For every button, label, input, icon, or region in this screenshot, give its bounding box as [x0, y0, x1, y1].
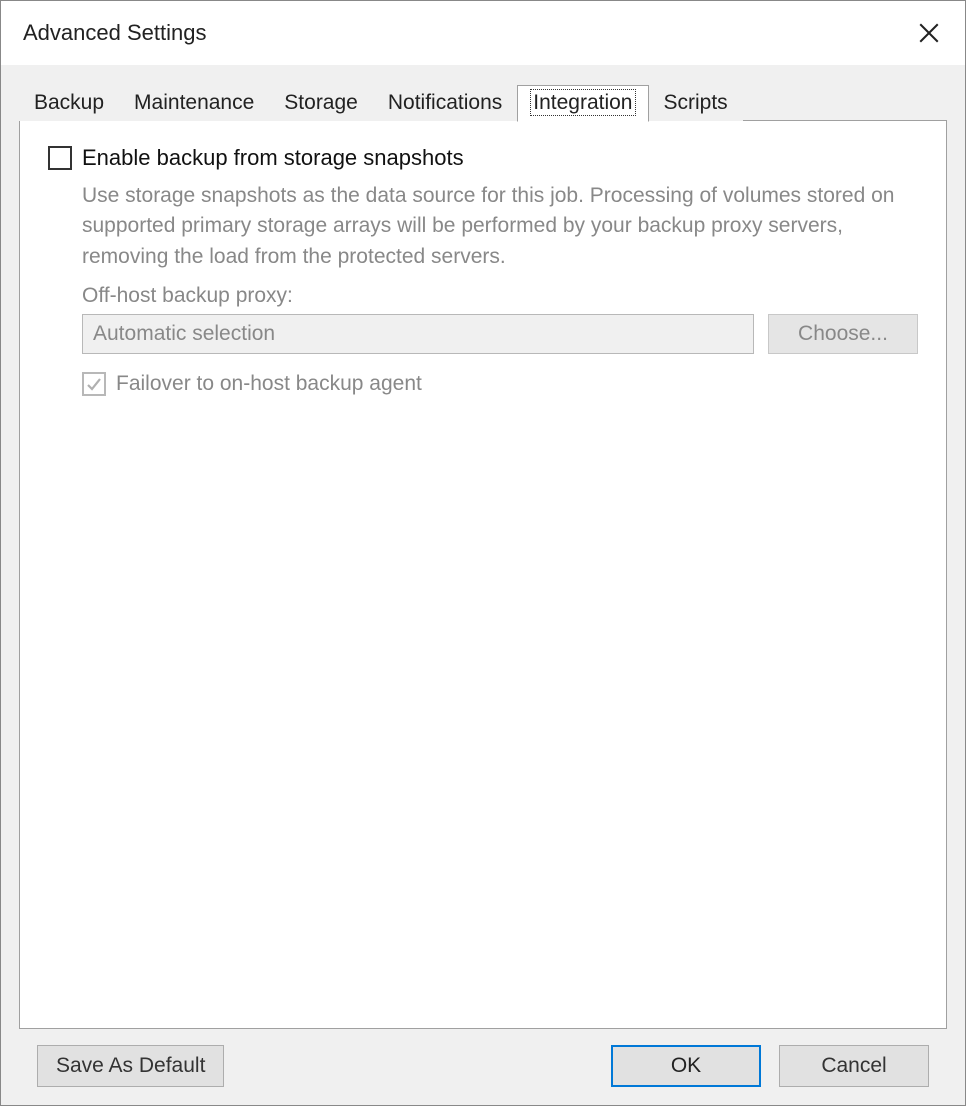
- tab-label: Scripts: [664, 91, 728, 114]
- close-icon: [919, 23, 939, 43]
- save-as-default-button[interactable]: Save As Default: [37, 1045, 224, 1087]
- proxy-field-label: Off-host backup proxy:: [82, 284, 918, 308]
- tab-label: Notifications: [388, 91, 502, 114]
- failover-checkbox: [82, 372, 106, 396]
- enable-snapshots-description: Use storage snapshots as the data source…: [82, 181, 918, 272]
- choose-proxy-button[interactable]: Choose...: [768, 314, 918, 354]
- close-button[interactable]: [909, 13, 949, 53]
- advanced-settings-dialog: Advanced Settings Backup Maintenance Sto…: [0, 0, 966, 1106]
- tab-strip: Backup Maintenance Storage Notifications…: [19, 83, 947, 121]
- tab-notifications[interactable]: Notifications: [373, 85, 517, 121]
- tab-label: Integration: [532, 91, 633, 114]
- tab-label: Storage: [284, 91, 358, 114]
- failover-label: Failover to on-host backup agent: [116, 372, 422, 396]
- tab-body-integration: Enable backup from storage snapshots Use…: [19, 120, 947, 1029]
- enable-snapshots-label: Enable backup from storage snapshots: [82, 145, 464, 171]
- titlebar: Advanced Settings: [1, 1, 965, 65]
- check-icon: [86, 376, 102, 392]
- client-area: Backup Maintenance Storage Notifications…: [1, 65, 965, 1105]
- failover-row: Failover to on-host backup agent: [82, 372, 918, 396]
- tab-label: Maintenance: [134, 91, 254, 114]
- tab-integration[interactable]: Integration: [517, 85, 648, 122]
- proxy-input: Automatic selection: [82, 314, 754, 354]
- tab-backup[interactable]: Backup: [19, 85, 119, 121]
- ok-button[interactable]: OK: [611, 1045, 761, 1087]
- enable-snapshots-row: Enable backup from storage snapshots: [48, 145, 918, 171]
- tab-maintenance[interactable]: Maintenance: [119, 85, 269, 121]
- tab-storage[interactable]: Storage: [269, 85, 373, 121]
- dialog-footer: Save As Default OK Cancel: [19, 1029, 947, 1105]
- tab-label: Backup: [34, 91, 104, 114]
- proxy-row: Automatic selection Choose...: [82, 314, 918, 354]
- enable-snapshots-checkbox[interactable]: [48, 146, 72, 170]
- cancel-button[interactable]: Cancel: [779, 1045, 929, 1087]
- dialog-title: Advanced Settings: [23, 20, 206, 46]
- tab-scripts[interactable]: Scripts: [649, 85, 743, 121]
